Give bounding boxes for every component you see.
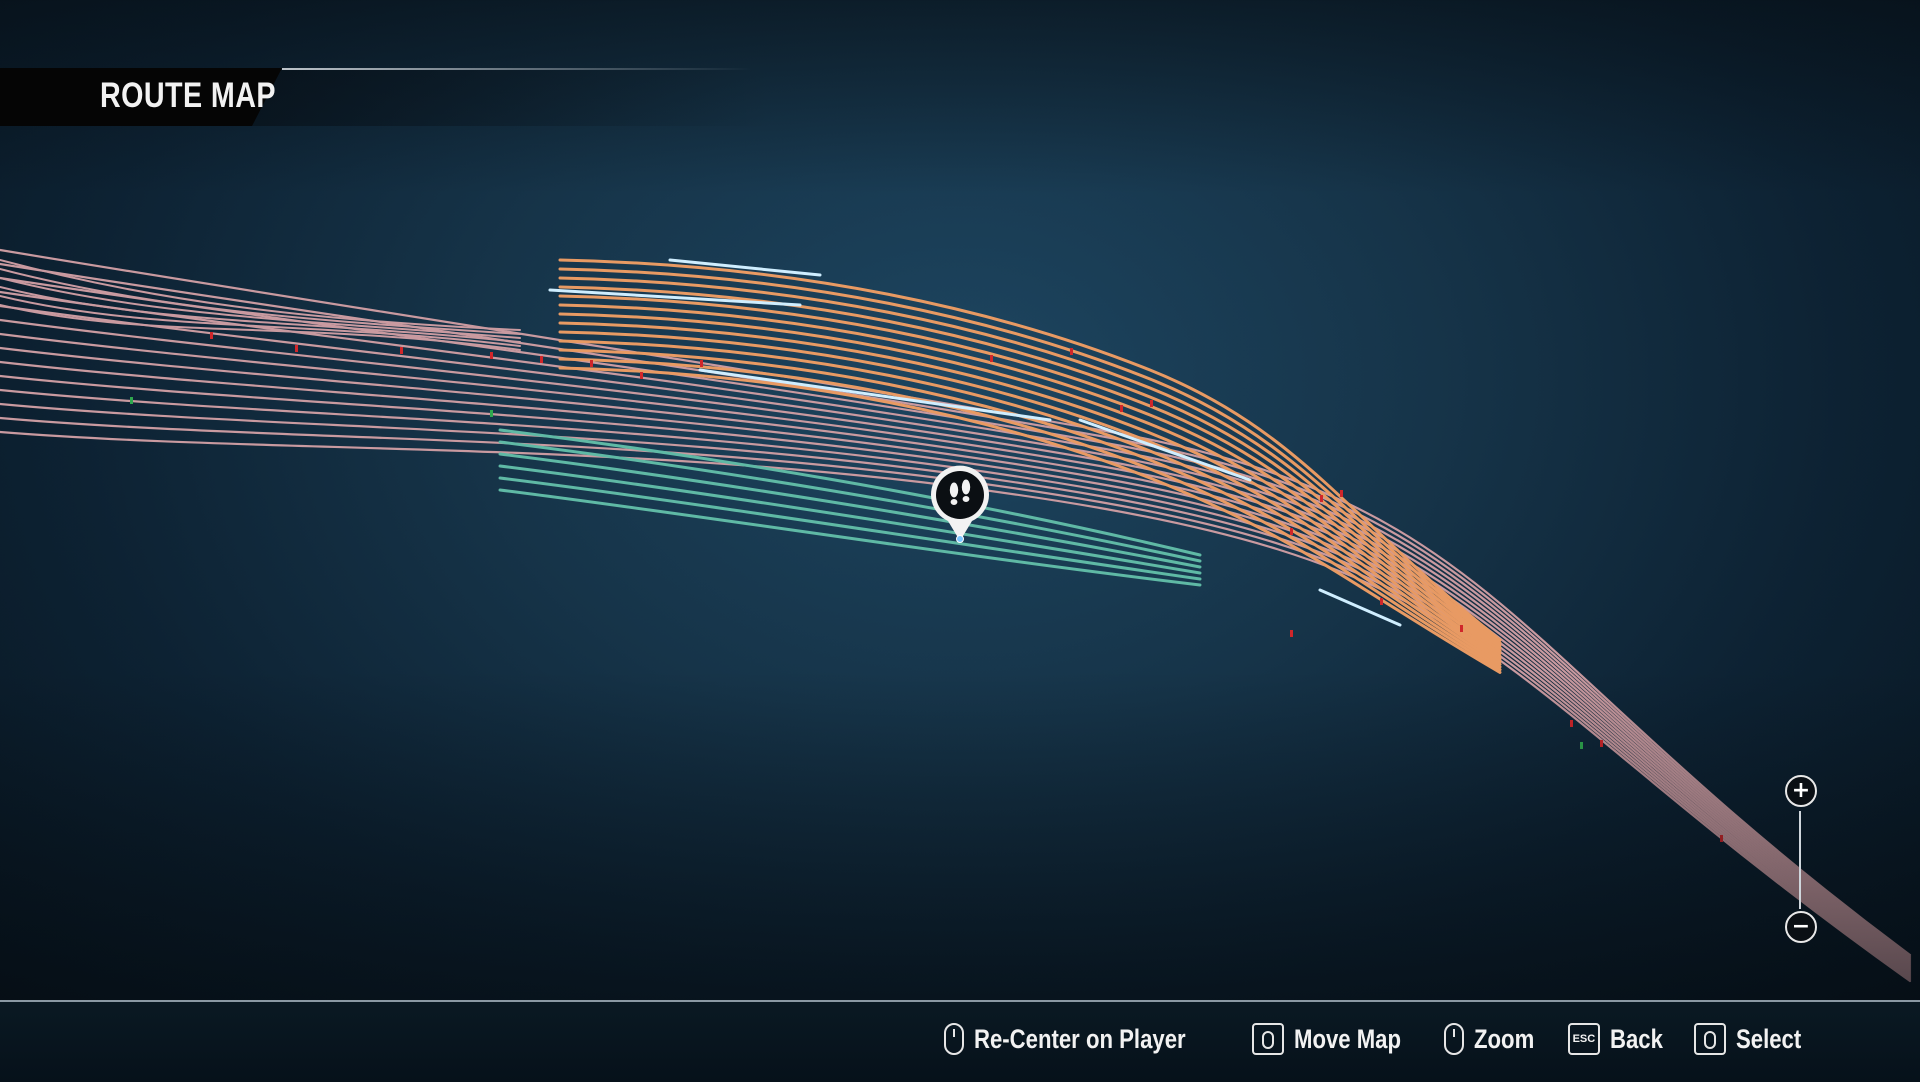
route-map[interactable] — [0, 0, 1920, 1080]
hint-label: Select — [1736, 1023, 1802, 1054]
signal — [1070, 348, 1073, 355]
zoom-in-button[interactable]: + — [1785, 775, 1817, 807]
occupied-segment — [698, 368, 1052, 422]
zoom-slider-track[interactable] — [1799, 811, 1801, 909]
page-title: ROUTE MAP — [100, 76, 276, 115]
signal — [590, 360, 593, 367]
track — [0, 374, 1912, 975]
track — [0, 262, 1912, 959]
signal — [1340, 490, 1343, 497]
signal — [400, 347, 403, 354]
signal — [490, 410, 493, 417]
title-stripe — [282, 68, 752, 70]
signal — [1580, 742, 1583, 749]
hint-move-map[interactable]: Move Map — [1251, 1023, 1411, 1055]
signal — [1290, 630, 1293, 637]
hint-label: Move Map — [1293, 1023, 1401, 1054]
signal — [490, 352, 493, 359]
track — [558, 339, 1502, 666]
esc-key-icon: ESC — [1567, 1023, 1600, 1055]
track-group-default — [0, 248, 1912, 983]
signal — [1150, 400, 1153, 407]
minus-icon: − — [1791, 914, 1811, 939]
hint-recenter[interactable]: Re-Center on Player — [943, 1023, 1218, 1055]
plus-icon: + — [1791, 778, 1811, 803]
signal — [1720, 835, 1723, 842]
signal — [700, 360, 703, 367]
track — [558, 258, 1502, 642]
zoom-control: + − — [1783, 775, 1817, 945]
hint-back[interactable]: ESC Back — [1567, 1023, 1663, 1055]
hint-label: Back — [1609, 1023, 1663, 1054]
hint-select[interactable]: Select — [1694, 1023, 1802, 1055]
hint-label: Zoom — [1474, 1023, 1535, 1054]
signal — [1600, 740, 1603, 747]
signal — [990, 355, 993, 362]
mouse-middle-icon — [943, 1023, 964, 1055]
signal — [295, 345, 298, 352]
mouse-drag-icon — [1251, 1023, 1284, 1055]
signal — [1460, 625, 1463, 632]
track — [0, 290, 1912, 963]
mouse-scroll-icon — [1444, 1023, 1465, 1055]
signal-group — [130, 332, 1723, 842]
signal — [210, 332, 213, 339]
title-shadow — [252, 70, 772, 126]
signal — [1120, 405, 1123, 412]
mouse-left-click-icon — [1694, 1023, 1727, 1055]
hint-zoom[interactable]: Zoom — [1444, 1023, 1535, 1055]
signal — [1320, 495, 1323, 502]
zoom-out-button[interactable]: − — [1785, 911, 1817, 943]
signal — [540, 356, 543, 363]
track — [0, 346, 1912, 971]
signal — [1290, 528, 1293, 535]
track — [0, 360, 1912, 973]
signal — [1570, 720, 1573, 727]
track — [0, 248, 1912, 957]
signal — [640, 372, 643, 379]
signal — [1380, 598, 1383, 605]
hint-label: Re-Center on Player — [973, 1023, 1186, 1054]
signal — [130, 397, 133, 404]
control-hints: Re-Center on Player Move Map Zoom ESC Ba… — [943, 1018, 1802, 1060]
